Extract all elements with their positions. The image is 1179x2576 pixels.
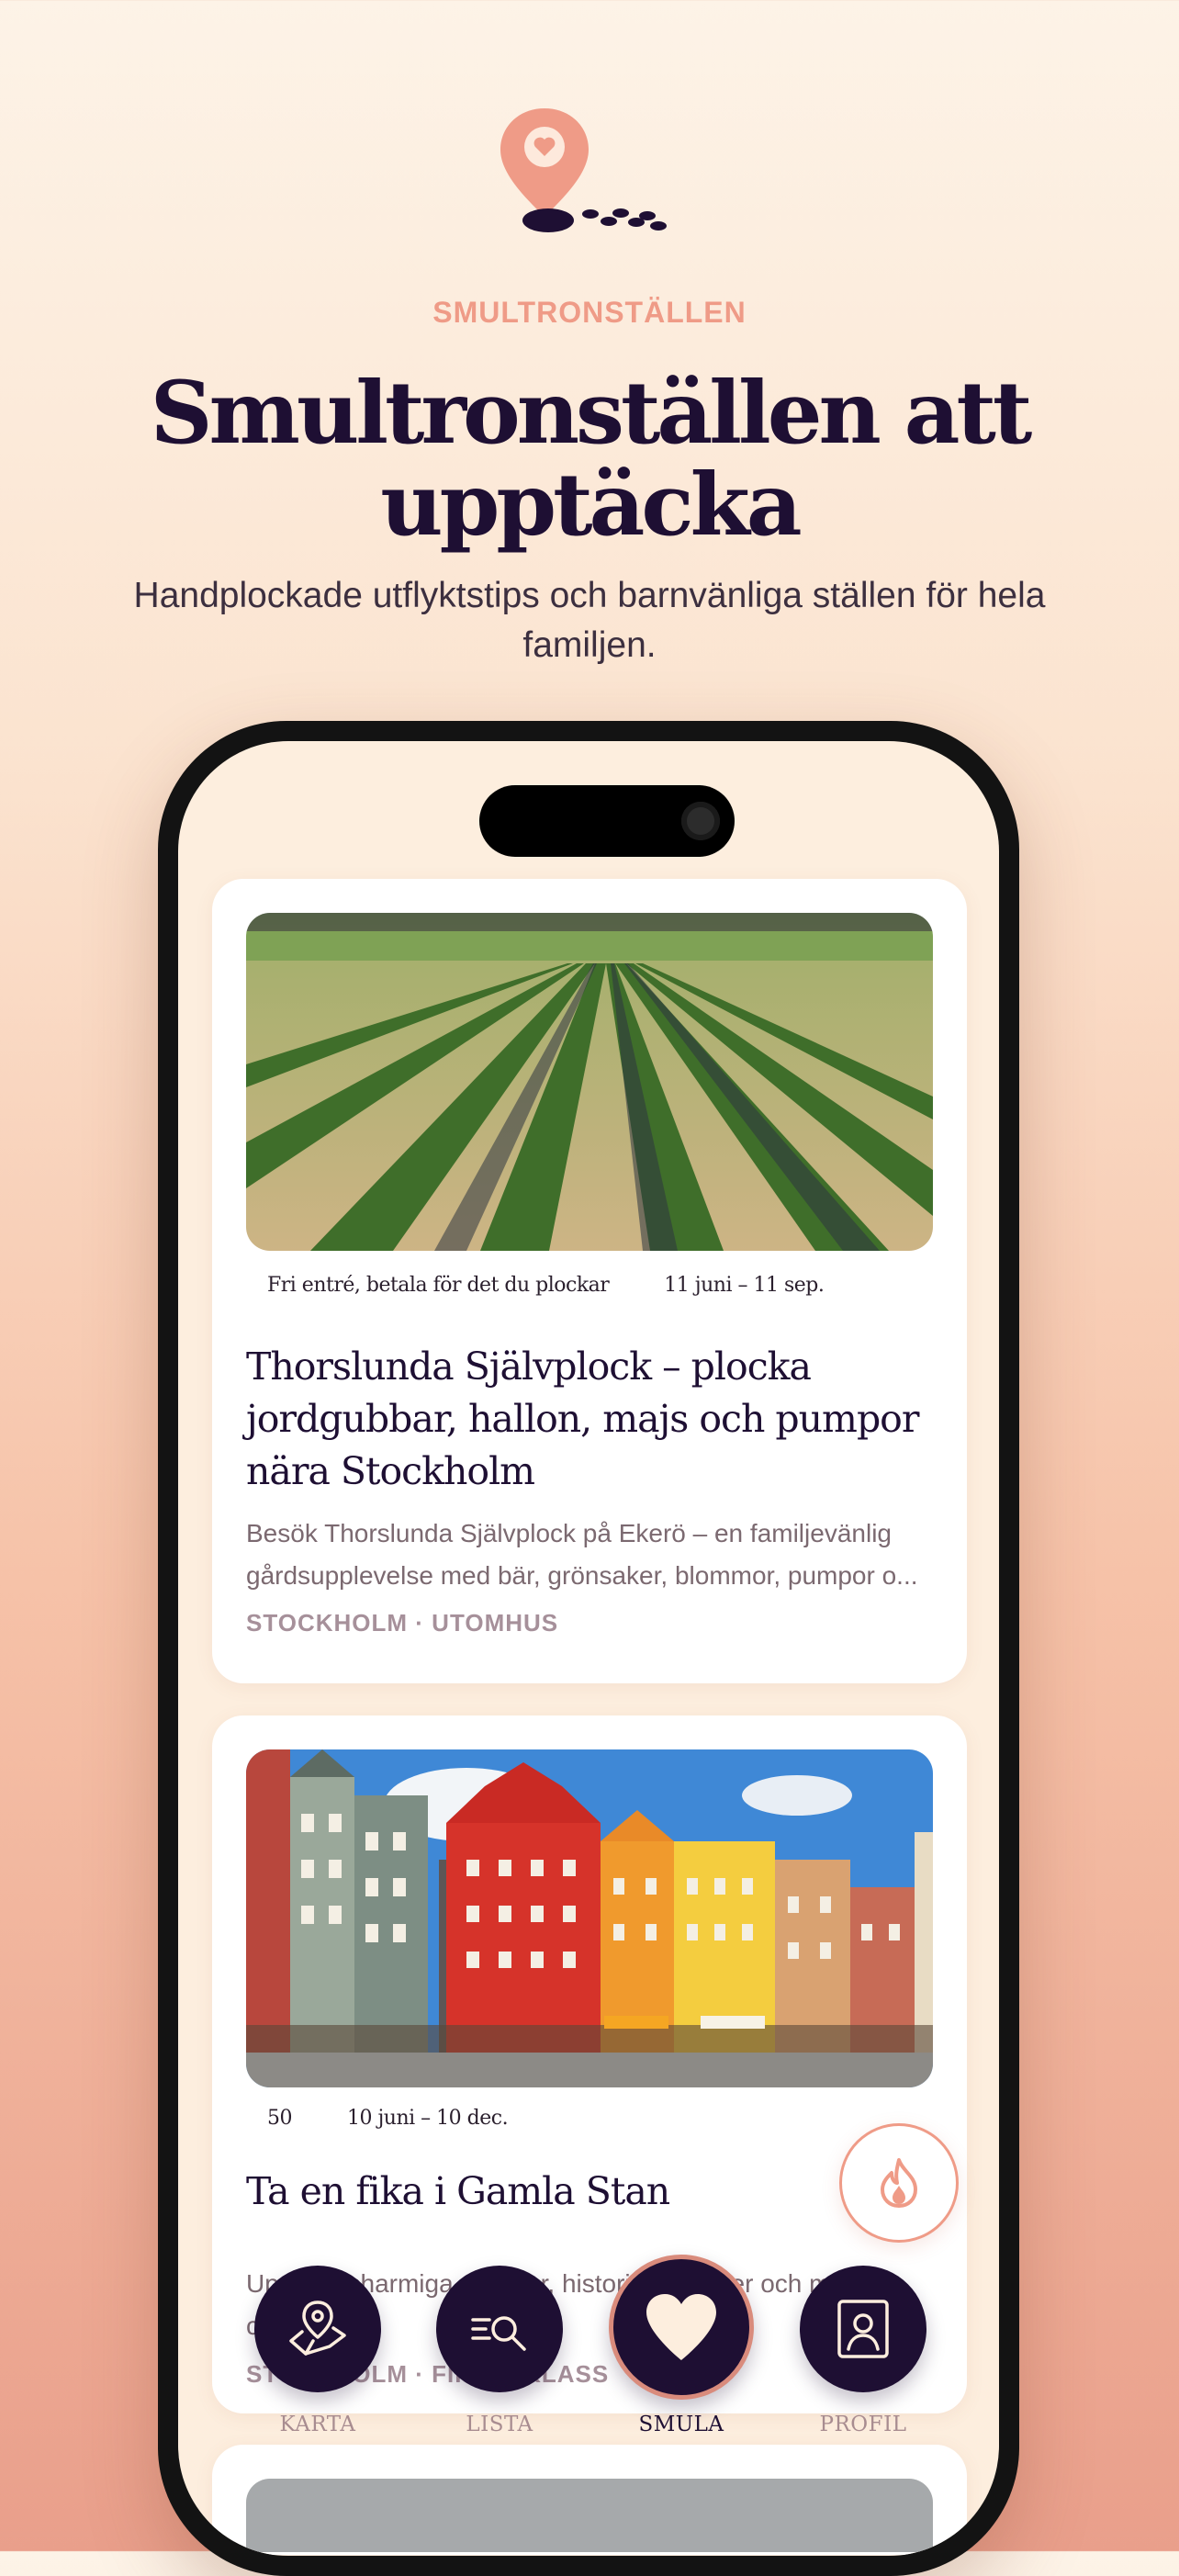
phone-mockup: Fri entré, betala för det du plockar 11 … xyxy=(158,721,1019,2576)
section-eyebrow: SMULTRONSTÄLLEN xyxy=(432,296,747,329)
dynamic-island xyxy=(479,785,735,857)
page-title: Smultronställen att upptäcka xyxy=(150,363,1033,556)
card-meta: Fri entré, betala för det du plockar 11 … xyxy=(267,1274,825,1297)
card-meta: 50 10 juni – 10 dec. xyxy=(267,2107,509,2130)
nav-label-karta[interactable]: KARTA xyxy=(244,2413,391,2436)
place-card[interactable] xyxy=(212,2445,967,2555)
price-label: 50 xyxy=(267,2107,293,2130)
nav-label-smula[interactable]: SMULA xyxy=(608,2413,755,2436)
list-search-icon xyxy=(471,2316,526,2351)
card-title[interactable]: Thorslunda Självplock – plocka jordgubba… xyxy=(246,1341,926,1498)
nav-label-profil[interactable]: PROFIL xyxy=(790,2413,937,2436)
nav-smula-button[interactable] xyxy=(609,2255,754,2400)
location-heart-logo-icon xyxy=(500,108,667,232)
card-tags: STOCKHOLM · UTOMHUS xyxy=(246,1609,559,1637)
page-subtitle: Handplockade utflyktstips och barnvänlig… xyxy=(133,576,1046,665)
nav-lista-button[interactable] xyxy=(436,2266,563,2392)
card-description: Besök Thorslunda Självplock på Ekerö – e… xyxy=(246,1519,918,1590)
card-image-placeholder xyxy=(246,2479,933,2552)
phone-screen: Fri entré, betala för det du plockar 11 … xyxy=(178,741,999,2556)
profile-icon xyxy=(837,2300,889,2358)
nav-karta-button[interactable] xyxy=(254,2266,381,2392)
trending-fire-button[interactable] xyxy=(839,2123,959,2243)
card-title[interactable]: Ta en fika i Gamla Stan xyxy=(246,2165,926,2218)
price-label: Fri entré, betala för det du plockar xyxy=(267,1274,610,1297)
nav-label-lista[interactable]: LISTA xyxy=(426,2413,573,2436)
heart-icon xyxy=(646,2294,716,2360)
date-range: 11 juni – 11 sep. xyxy=(664,1274,825,1297)
strawberry-field-photo xyxy=(246,913,933,1251)
place-card[interactable]: Fri entré, betala för det du plockar 11 … xyxy=(212,879,967,1683)
map-pin-icon xyxy=(289,2300,346,2356)
gamla-stan-photo xyxy=(246,1749,933,2087)
date-range: 10 juni – 10 dec. xyxy=(347,2107,509,2130)
fire-icon xyxy=(881,2158,917,2208)
bottom-nav: KARTA LISTA SMULA PROFIL xyxy=(178,2255,999,2449)
nav-profil-button[interactable] xyxy=(800,2266,926,2392)
